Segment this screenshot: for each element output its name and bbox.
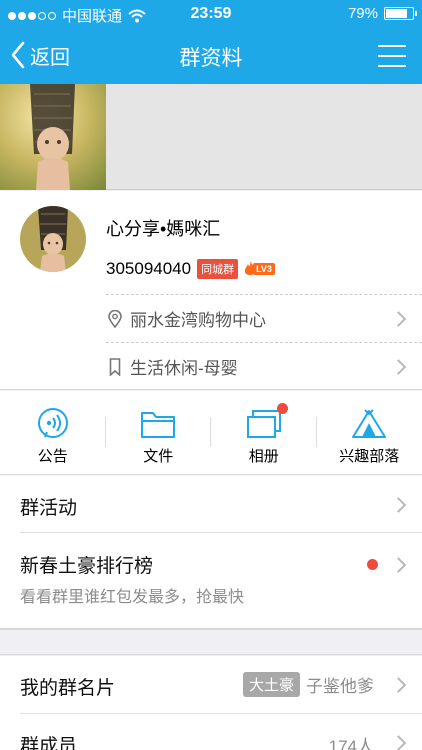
ranking-row[interactable]: 新春土豪排行榜 看看群里谁红包发最多，抢最快 [0, 533, 422, 629]
group-members-label: 群成员 [20, 736, 78, 750]
page-title: 群资料 [179, 47, 243, 70]
group-activity-label: 群活动 [20, 498, 78, 519]
cover-area [0, 84, 422, 190]
my-group-card-row[interactable]: 我的群名片 大土豪 子鉴他爹 [0, 656, 422, 714]
group-activity-row[interactable]: 群活动 [0, 476, 422, 533]
location-row[interactable]: 丽水金湾购物中心 [106, 294, 422, 342]
files-button[interactable]: 文件 [106, 391, 211, 474]
chevron-right-icon [390, 496, 407, 513]
tribe-label: 兴趣部落 [339, 448, 400, 465]
city-group-badge: 同城群 [197, 259, 239, 279]
title-badge: 大土豪 [242, 672, 300, 697]
announcement-button[interactable]: 公告 [0, 391, 106, 474]
cover-photo[interactable] [0, 84, 106, 190]
location-text: 丽水金湾购物中心 [130, 311, 266, 330]
files-label: 文件 [143, 448, 174, 465]
tribe-tent-icon [352, 409, 387, 438]
category-row[interactable]: 生活休闲-母婴 [106, 342, 422, 390]
ranking-title: 新春土豪排行榜 [20, 556, 154, 577]
chevron-right-icon [390, 735, 407, 750]
battery-percent: 79% [347, 5, 378, 22]
album-label: 相册 [248, 448, 279, 465]
menu-button[interactable] [378, 44, 406, 68]
group-number: 305094040 [106, 259, 192, 278]
battery-icon [384, 7, 417, 20]
level-label: LV3 [253, 263, 275, 275]
album-button[interactable]: 相册 [211, 391, 317, 474]
chevron-right-icon [390, 358, 407, 375]
ranking-subtitle: 看看群里谁红包发最多，抢最快 [20, 589, 245, 606]
action-bar: 公告 文件 相册 兴趣部落 [0, 391, 422, 475]
chevron-right-icon [390, 310, 407, 327]
location-pin-icon [106, 309, 124, 328]
category-text: 生活休闲-母婴 [130, 359, 238, 378]
my-group-card-label: 我的群名片 [20, 678, 116, 699]
members-count: 174人 [328, 737, 374, 750]
group-name: 心分享•媽咪汇 [106, 219, 221, 239]
chevron-right-icon [390, 677, 407, 693]
group-members-row[interactable]: 群成员 174人 [0, 714, 422, 750]
navigation-bar: 返回 群资料 [0, 28, 422, 84]
folder-icon [141, 412, 176, 438]
announcement-icon [37, 408, 68, 438]
ranking-notification-dot [367, 559, 378, 570]
announcement-label: 公告 [37, 448, 68, 465]
tribe-button[interactable]: 兴趣部落 [317, 391, 422, 474]
group-info: 心分享•媽咪汇 305094040 同城群 LV3 丽水金湾购物中心 生活休闲-… [0, 191, 422, 390]
chevron-right-icon [390, 557, 407, 573]
level-badge: LV3 [244, 261, 275, 277]
group-avatar[interactable] [20, 206, 86, 272]
album-icon [246, 410, 281, 438]
status-bar: 中国联通 23:59 79% [0, 0, 422, 28]
my-group-card-value: 子鉴他爹 [306, 677, 374, 696]
bookmark-icon [106, 357, 124, 376]
album-notification-dot [276, 403, 288, 414]
section-gap [0, 629, 422, 655]
